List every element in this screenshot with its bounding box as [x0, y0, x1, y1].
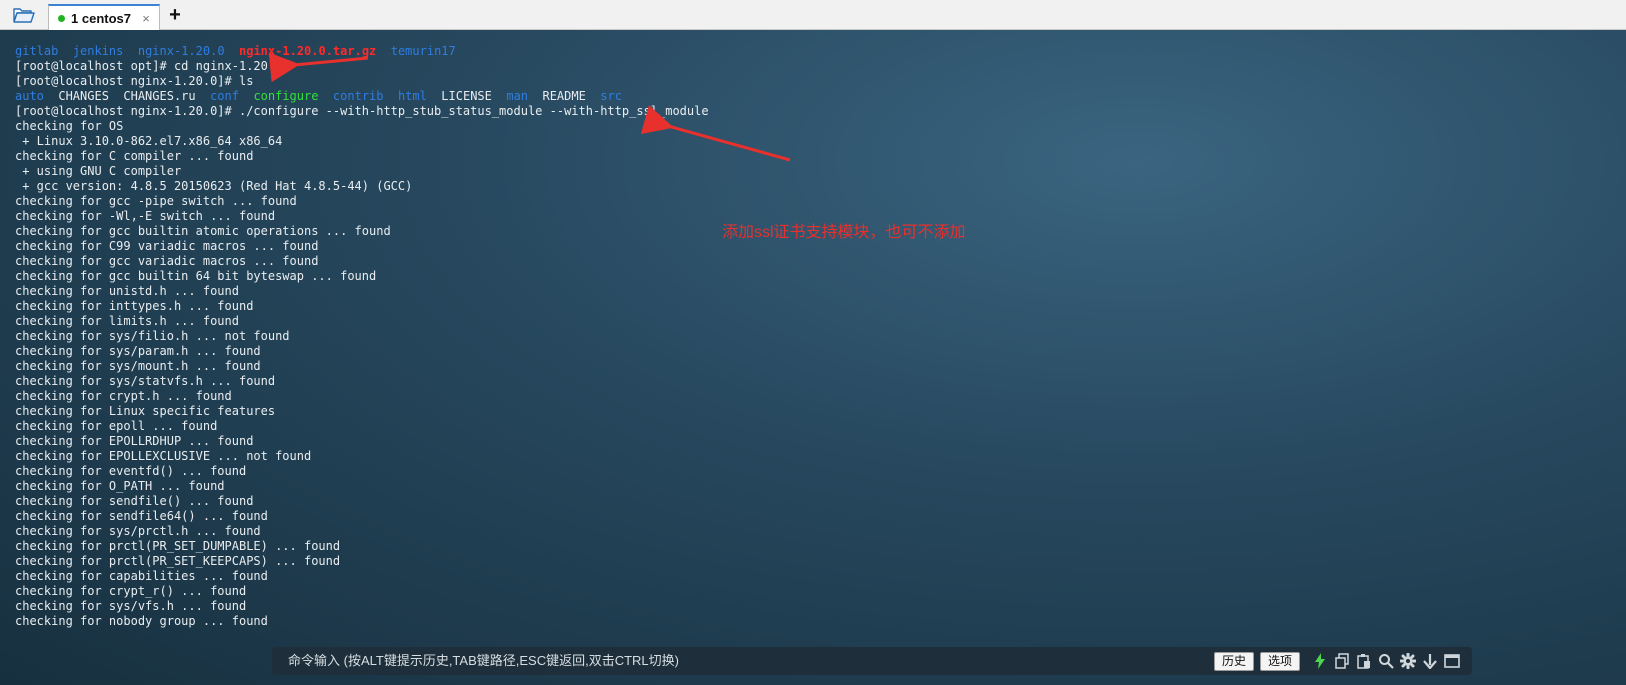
- open-folder-button[interactable]: [10, 5, 38, 25]
- close-icon[interactable]: ×: [139, 11, 153, 26]
- command-input[interactable]: 命令输入 (按ALT键提示历史,TAB键路径,ESC键返回,双击CTRL切换): [288, 647, 679, 675]
- add-tab-button[interactable]: +: [166, 4, 184, 26]
- options-button[interactable]: 选项: [1260, 652, 1301, 671]
- arrow-down-icon[interactable]: [1422, 653, 1438, 669]
- window-icon[interactable]: [1444, 653, 1460, 669]
- lightning-icon[interactable]: [1312, 653, 1328, 669]
- tab-centos7[interactable]: 1 centos7 ×: [48, 4, 160, 30]
- copy-icon[interactable]: [1334, 653, 1350, 669]
- paste-icon[interactable]: [1356, 653, 1372, 669]
- arrow-to-configure-command: [640, 105, 791, 162]
- gear-icon[interactable]: [1400, 653, 1416, 669]
- history-button[interactable]: 历史: [1214, 652, 1255, 671]
- arrow-to-cd-command: [268, 52, 369, 83]
- tab-bar: 1 centos7 × +: [0, 0, 1626, 30]
- command-bar: 命令输入 (按ALT键提示历史,TAB键路径,ESC键返回,双击CTRL切换) …: [272, 647, 1472, 675]
- folder-icon: [13, 8, 35, 23]
- tab-label: 1 centos7: [71, 10, 131, 26]
- terminal-area[interactable]: gitlab jenkins nginx-1.20.0 nginx-1.20.0…: [0, 30, 1626, 685]
- annotation-text: 添加ssl证书支持模块，也可不添加: [722, 224, 966, 241]
- connection-status-dot: [58, 14, 65, 22]
- search-icon[interactable]: [1378, 653, 1394, 669]
- annotation-arrows: [268, 52, 791, 162]
